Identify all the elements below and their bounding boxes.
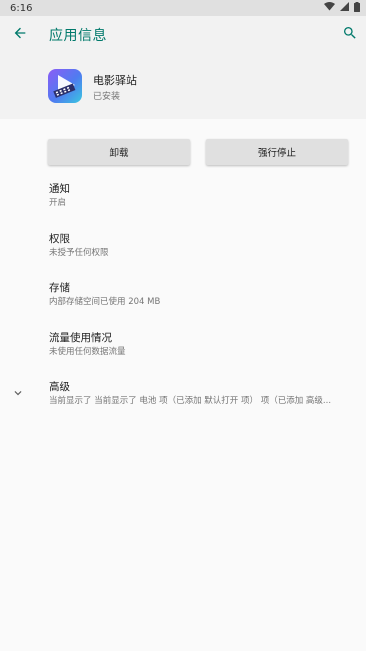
app-name: 电影驿站 xyxy=(93,74,137,87)
uninstall-button[interactable]: 卸载 xyxy=(48,139,190,165)
status-icons xyxy=(324,1,360,15)
app-bar: 应用信息 xyxy=(0,16,366,56)
wifi-icon xyxy=(324,2,335,14)
signal-icon xyxy=(340,2,349,14)
app-header: 电影驿站 已安装 xyxy=(0,56,366,119)
pref-data-usage[interactable]: 流量使用情况 未使用任何数据流量 xyxy=(49,331,359,359)
pref-summary: 未使用任何数据流量 xyxy=(49,347,126,357)
pref-summary: 内部存储空间已使用 204 MB xyxy=(49,297,161,307)
page-title: 应用信息 xyxy=(49,28,107,44)
battery-icon xyxy=(354,1,360,15)
pref-summary: 未授予任何权限 xyxy=(49,248,109,258)
pref-advanced[interactable]: 高级 当前显示了 当前显示了 电池 项（已添加 默认打开 项） 项（已添加 高级… xyxy=(49,380,359,408)
back-button[interactable] xyxy=(9,24,31,46)
pref-title: 权限 xyxy=(49,233,70,245)
status-time: 6:16 xyxy=(10,2,33,14)
pref-summary: 当前显示了 当前显示了 电池 项（已添加 默认打开 项） 项（已添加 高级... xyxy=(49,396,332,406)
pref-permissions[interactable]: 权限 未授予任何权限 xyxy=(49,232,359,260)
chevron-down-icon[interactable] xyxy=(11,386,25,400)
pref-notifications[interactable]: 通知 开启 xyxy=(49,182,359,210)
pref-summary: 开启 xyxy=(49,198,67,208)
app-install-status: 已安装 xyxy=(93,92,121,102)
status-bar: 6:16 xyxy=(0,0,366,16)
pref-title: 通知 xyxy=(49,183,70,195)
search-icon xyxy=(342,25,358,45)
force-stop-button[interactable]: 强行停止 xyxy=(206,139,348,165)
pref-title: 存储 xyxy=(49,282,70,294)
pref-storage[interactable]: 存储 内部存储空间已使用 204 MB xyxy=(49,281,359,309)
play-film-app-icon xyxy=(48,69,82,103)
arrow-back-icon xyxy=(12,25,28,45)
pref-title: 高级 xyxy=(49,381,70,393)
pref-title: 流量使用情况 xyxy=(49,332,112,344)
search-button[interactable] xyxy=(339,24,361,46)
